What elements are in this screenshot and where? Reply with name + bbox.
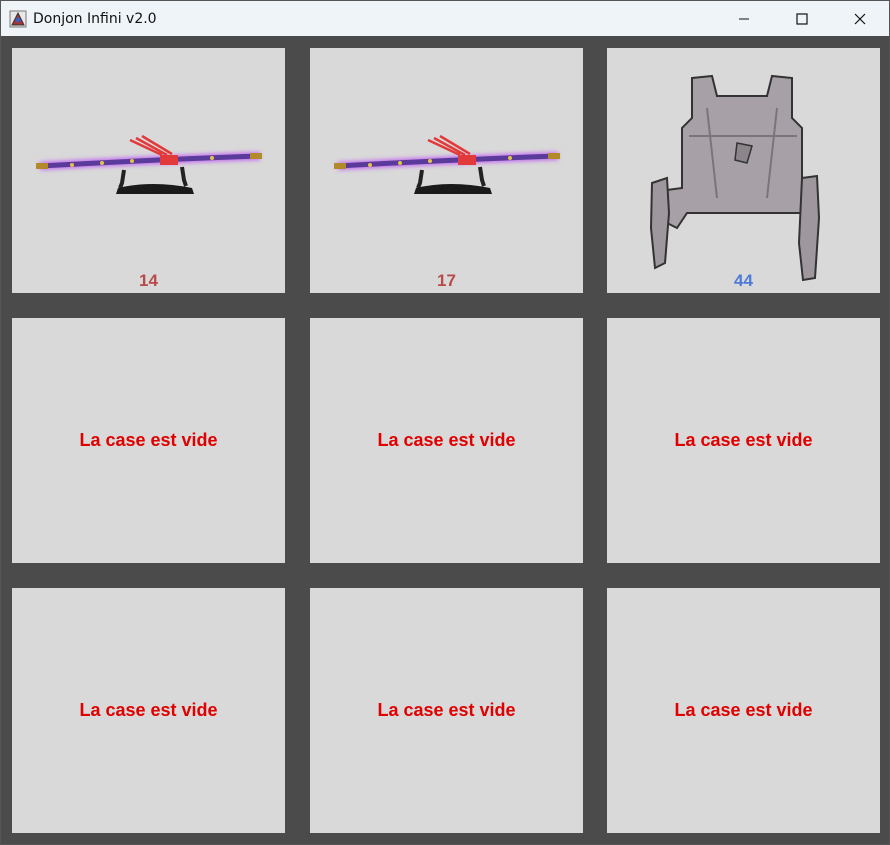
- armor-vest-icon: [649, 74, 821, 282]
- inventory-grid: 14 17 44 La case est vide La case est vi…: [1, 36, 889, 844]
- inventory-slot-4[interactable]: La case est vide: [12, 318, 285, 563]
- inventory-slot-7[interactable]: La case est vide: [12, 588, 285, 833]
- app-icon: [9, 10, 27, 27]
- empty-slot-label: La case est vide: [79, 430, 218, 450]
- inventory-slot-5[interactable]: La case est vide: [310, 318, 583, 563]
- item-value: 14: [139, 271, 158, 290]
- window-title: Donjon Infini v2.0: [33, 10, 157, 27]
- inventory-slot-2[interactable]: 17: [310, 48, 583, 293]
- item-value: 44: [734, 271, 753, 290]
- empty-slot-label: La case est vide: [674, 700, 813, 720]
- inventory-slot-6[interactable]: La case est vide: [607, 318, 880, 563]
- katana-icon: [36, 134, 262, 194]
- inventory-slot-3[interactable]: 44: [607, 48, 880, 293]
- minimize-icon: [739, 18, 749, 19]
- inventory-slot-8[interactable]: La case est vide: [310, 588, 583, 833]
- app-window: Donjon Infini v2.0 14 17 44 La case est …: [0, 0, 890, 845]
- empty-slot-label: La case est vide: [377, 700, 516, 720]
- title-bar[interactable]: Donjon Infini v2.0: [1, 1, 889, 36]
- empty-slot-label: La case est vide: [377, 430, 516, 450]
- maximize-button[interactable]: [773, 1, 831, 36]
- inventory-slot-1[interactable]: 14: [12, 48, 285, 293]
- inventory-slot-9[interactable]: La case est vide: [607, 588, 880, 833]
- empty-slot-label: La case est vide: [79, 700, 218, 720]
- katana-icon: [334, 134, 560, 194]
- minimize-button[interactable]: [715, 1, 773, 36]
- close-button[interactable]: [831, 1, 889, 36]
- close-icon: [854, 13, 866, 24]
- empty-slot-label: La case est vide: [674, 430, 813, 450]
- window-controls: [715, 1, 889, 36]
- maximize-icon: [796, 12, 808, 25]
- item-value: 17: [437, 271, 456, 290]
